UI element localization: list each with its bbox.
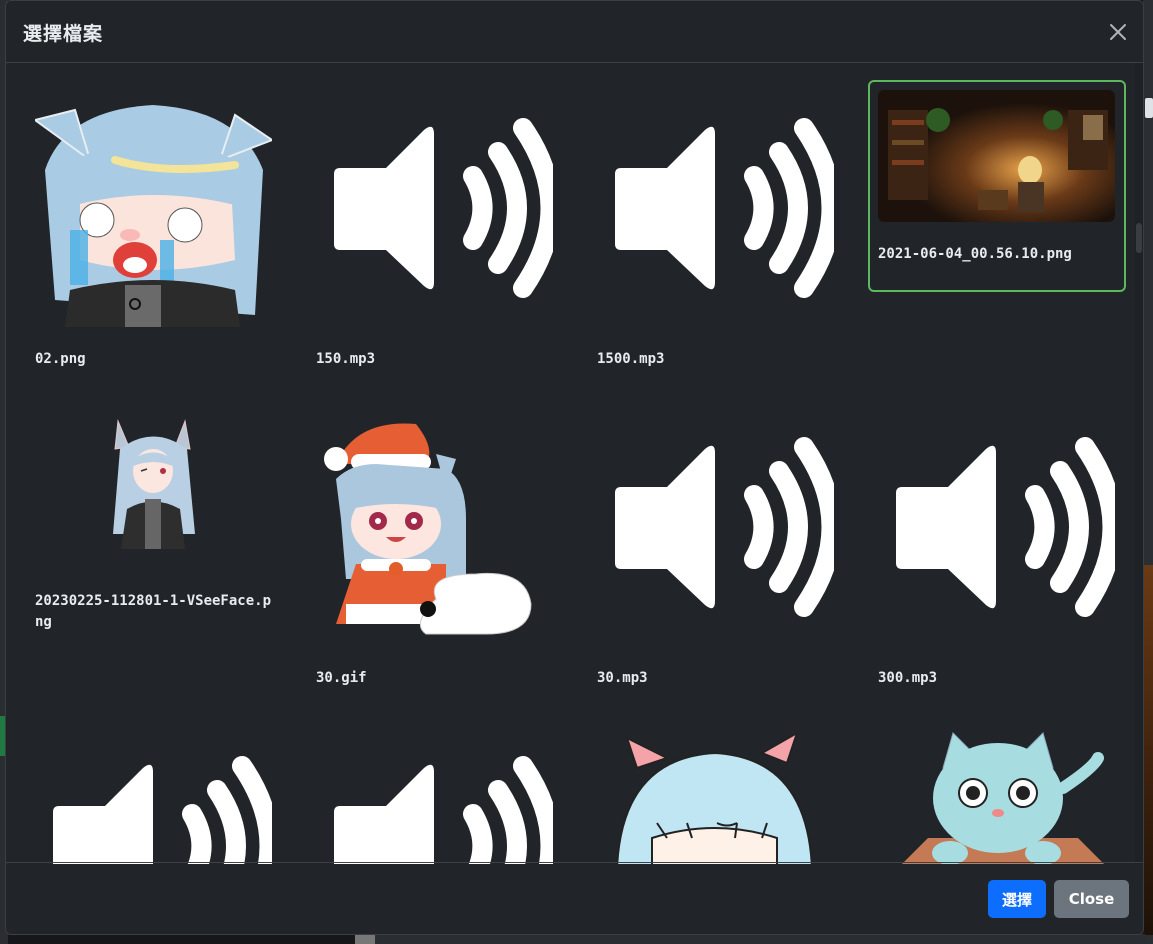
file-item-selected[interactable]: 2021-06-04_00.56.10.png — [868, 80, 1126, 292]
audio-icon — [597, 409, 834, 646]
santa-avatar-image — [324, 423, 532, 635]
scrollbar[interactable] — [1135, 63, 1143, 864]
modal-title: 選擇檔案 — [23, 23, 104, 45]
file-name: 20230225-112801-1-VSeeFace.png — [35, 593, 272, 630]
library-scene-image — [878, 90, 1115, 222]
file-item[interactable] — [25, 718, 283, 864]
modal-footer: 選擇 Close — [6, 862, 1143, 934]
image-thumbnail — [316, 409, 553, 646]
image-thumbnail — [878, 90, 1115, 222]
audio-icon — [597, 90, 834, 327]
page-background-bottom — [355, 934, 1145, 944]
file-item[interactable]: 30.mp3 — [587, 399, 845, 699]
file-item[interactable] — [587, 718, 845, 864]
file-item[interactable]: 20230225-112801-1-VSeeFace.png — [25, 399, 283, 643]
file-name: 30.mp3 — [597, 670, 648, 686]
cat-in-box-image — [902, 732, 1104, 864]
file-item[interactable] — [868, 718, 1126, 864]
modal-header: 選擇檔案 — [6, 1, 1143, 63]
file-item[interactable]: 300.mp3 — [868, 399, 1126, 699]
audio-icon — [316, 728, 553, 864]
file-name: 150.mp3 — [316, 351, 376, 367]
audio-icon — [878, 409, 1115, 646]
file-picker-modal: 選擇檔案 02.png 150.mp3 1500.mp3 2021-06-04_… — [5, 0, 1144, 935]
file-item[interactable]: 30.gif — [306, 399, 564, 699]
image-thumbnail — [878, 728, 1115, 864]
avatar-crying-image — [35, 90, 272, 327]
audio-icon — [35, 728, 272, 864]
avatar-face-image — [616, 730, 813, 864]
file-name: 1500.mp3 — [597, 351, 665, 367]
file-item[interactable]: 1500.mp3 — [587, 80, 845, 380]
image-thumbnail — [35, 409, 272, 569]
file-item[interactable]: 02.png — [25, 80, 283, 380]
close-button[interactable]: Close — [1054, 880, 1129, 918]
file-name: 02.png — [35, 351, 86, 367]
page-background-right — [1143, 0, 1153, 944]
file-item[interactable]: 150.mp3 — [306, 80, 564, 380]
avatar-small-image — [113, 419, 195, 549]
file-grid-area[interactable]: 02.png 150.mp3 1500.mp3 2021-06-04_00.56… — [6, 63, 1143, 864]
audio-icon — [316, 90, 553, 327]
scrollbar-thumb[interactable] — [1136, 223, 1142, 253]
file-name: 30.gif — [316, 670, 367, 686]
file-name: 2021-06-04_00.56.10.png — [878, 246, 1072, 262]
image-thumbnail — [35, 90, 272, 327]
image-thumbnail — [597, 728, 834, 864]
file-item[interactable] — [306, 718, 564, 864]
select-button[interactable]: 選擇 — [988, 880, 1046, 918]
file-name: 300.mp3 — [878, 670, 938, 686]
close-icon[interactable] — [1107, 21, 1129, 43]
